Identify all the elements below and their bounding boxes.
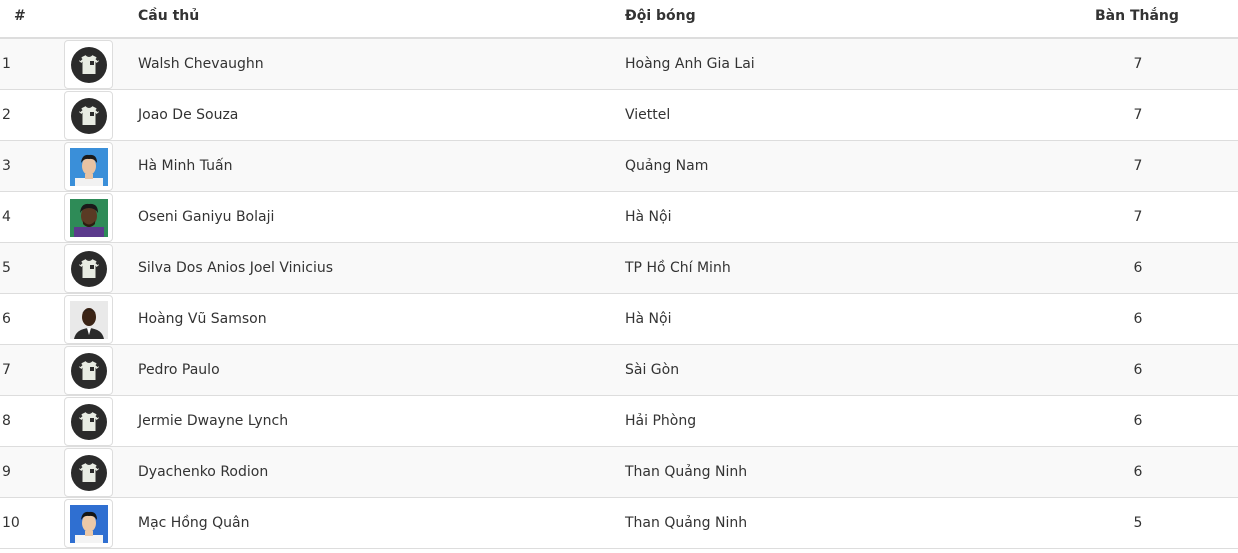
player-name-link[interactable]: Hoàng Vũ Samson	[138, 294, 267, 344]
goals-cell: 7	[1133, 158, 1143, 174]
goals-cell: 7	[1133, 209, 1143, 225]
goals-cell: 6	[1133, 260, 1143, 276]
player-avatar[interactable]	[64, 295, 113, 344]
jersey-placeholder-icon	[70, 250, 107, 287]
jersey-placeholder-icon	[70, 352, 107, 389]
player-avatar[interactable]	[64, 91, 113, 140]
goals-cell: 5	[1133, 515, 1143, 531]
team-name-cell: Viettel	[625, 107, 671, 123]
player-avatar[interactable]	[64, 346, 113, 395]
jersey-placeholder-icon	[70, 46, 107, 83]
table-row: 3 Hà Minh Tuấn Quảng Nam 7	[0, 141, 1238, 192]
table-row: 6 Hoàng Vũ Samson Hà Nội 6	[0, 294, 1238, 345]
player-name-link[interactable]: Silva Dos Anios Joel Vinicius	[138, 243, 333, 293]
rank-cell: 3	[2, 158, 11, 174]
player-avatar[interactable]	[64, 40, 113, 89]
rank-cell: 6	[2, 311, 11, 327]
jersey-placeholder-icon	[70, 454, 107, 491]
header-goals: Bàn Thắng	[1095, 8, 1179, 24]
player-avatar[interactable]	[64, 244, 113, 293]
rank-cell: 5	[2, 260, 11, 276]
goals-cell: 6	[1133, 362, 1143, 378]
player-name-link[interactable]: Pedro Paulo	[138, 345, 220, 395]
player-name-link[interactable]: Jermie Dwayne Lynch	[138, 396, 288, 446]
player-name-link[interactable]: Mạc Hồng Quân	[138, 498, 249, 548]
rank-cell: 10	[2, 515, 20, 531]
jersey-placeholder-icon	[70, 403, 107, 440]
rank-cell: 1	[2, 56, 11, 72]
player-avatar[interactable]	[64, 499, 113, 548]
table-row: 7 Pedro Paulo Sài Gòn 6	[0, 345, 1238, 396]
table-row: 10 Mạc Hồng Quân Than Quảng Ninh 5	[0, 498, 1238, 549]
goals-cell: 6	[1133, 464, 1143, 480]
player-photo-icon	[69, 147, 108, 186]
table-row: 5 Silva Dos Anios Joel Vinicius TP Hồ Ch…	[0, 243, 1238, 294]
goals-cell: 6	[1133, 413, 1143, 429]
goals-cell: 6	[1133, 311, 1143, 327]
rank-cell: 2	[2, 107, 11, 123]
table-row: 4 Oseni Ganiyu Bolaji Hà Nội 7	[0, 192, 1238, 243]
header-rank: #	[14, 8, 26, 24]
jersey-placeholder-icon	[70, 97, 107, 134]
player-avatar[interactable]	[64, 397, 113, 446]
player-avatar[interactable]	[64, 193, 113, 242]
team-name-cell: Sài Gòn	[625, 362, 680, 378]
table-row: 1 Walsh Chevaughn Hoàng Anh Gia Lai 7	[0, 39, 1238, 90]
team-name-cell: Hà Nội	[625, 311, 672, 327]
player-name-link[interactable]: Hà Minh Tuấn	[138, 141, 232, 191]
goals-cell: 7	[1133, 107, 1143, 123]
team-name-cell: Than Quảng Ninh	[625, 515, 748, 531]
team-name-cell: TP Hồ Chí Minh	[625, 260, 731, 276]
team-name-cell: Hà Nội	[625, 209, 672, 225]
player-avatar[interactable]	[64, 448, 113, 497]
player-name-link[interactable]: Oseni Ganiyu Bolaji	[138, 192, 274, 242]
table-row: 9 Dyachenko Rodion Than Quảng Ninh 6	[0, 447, 1238, 498]
rank-cell: 4	[2, 209, 11, 225]
goals-cell: 7	[1133, 56, 1143, 72]
team-name-cell: Quảng Nam	[625, 158, 709, 174]
team-name-cell: Hải Phòng	[625, 413, 697, 429]
top-scorers-table: # Cầu thủ Đội bóng Bàn Thắng 1 Walsh Che…	[0, 0, 1238, 549]
table-row: 2 Joao De Souza Viettel 7	[0, 90, 1238, 141]
player-name-link[interactable]: Joao De Souza	[138, 90, 238, 140]
player-photo-icon	[69, 198, 108, 237]
team-name-cell: Than Quảng Ninh	[625, 464, 748, 480]
player-photo-icon	[69, 300, 108, 339]
player-name-link[interactable]: Dyachenko Rodion	[138, 447, 268, 497]
rank-cell: 7	[2, 362, 11, 378]
table-header: # Cầu thủ Đội bóng Bàn Thắng	[0, 0, 1238, 39]
rank-cell: 9	[2, 464, 11, 480]
header-player: Cầu thủ	[138, 8, 200, 24]
header-team: Đội bóng	[625, 8, 696, 24]
player-name-link[interactable]: Walsh Chevaughn	[138, 39, 264, 89]
table-body: 1 Walsh Chevaughn Hoàng Anh Gia Lai 7 2 …	[0, 39, 1238, 549]
player-avatar[interactable]	[64, 142, 113, 191]
player-photo-icon	[69, 504, 108, 543]
team-name-cell: Hoàng Anh Gia Lai	[625, 56, 755, 72]
table-row: 8 Jermie Dwayne Lynch Hải Phòng 6	[0, 396, 1238, 447]
rank-cell: 8	[2, 413, 11, 429]
